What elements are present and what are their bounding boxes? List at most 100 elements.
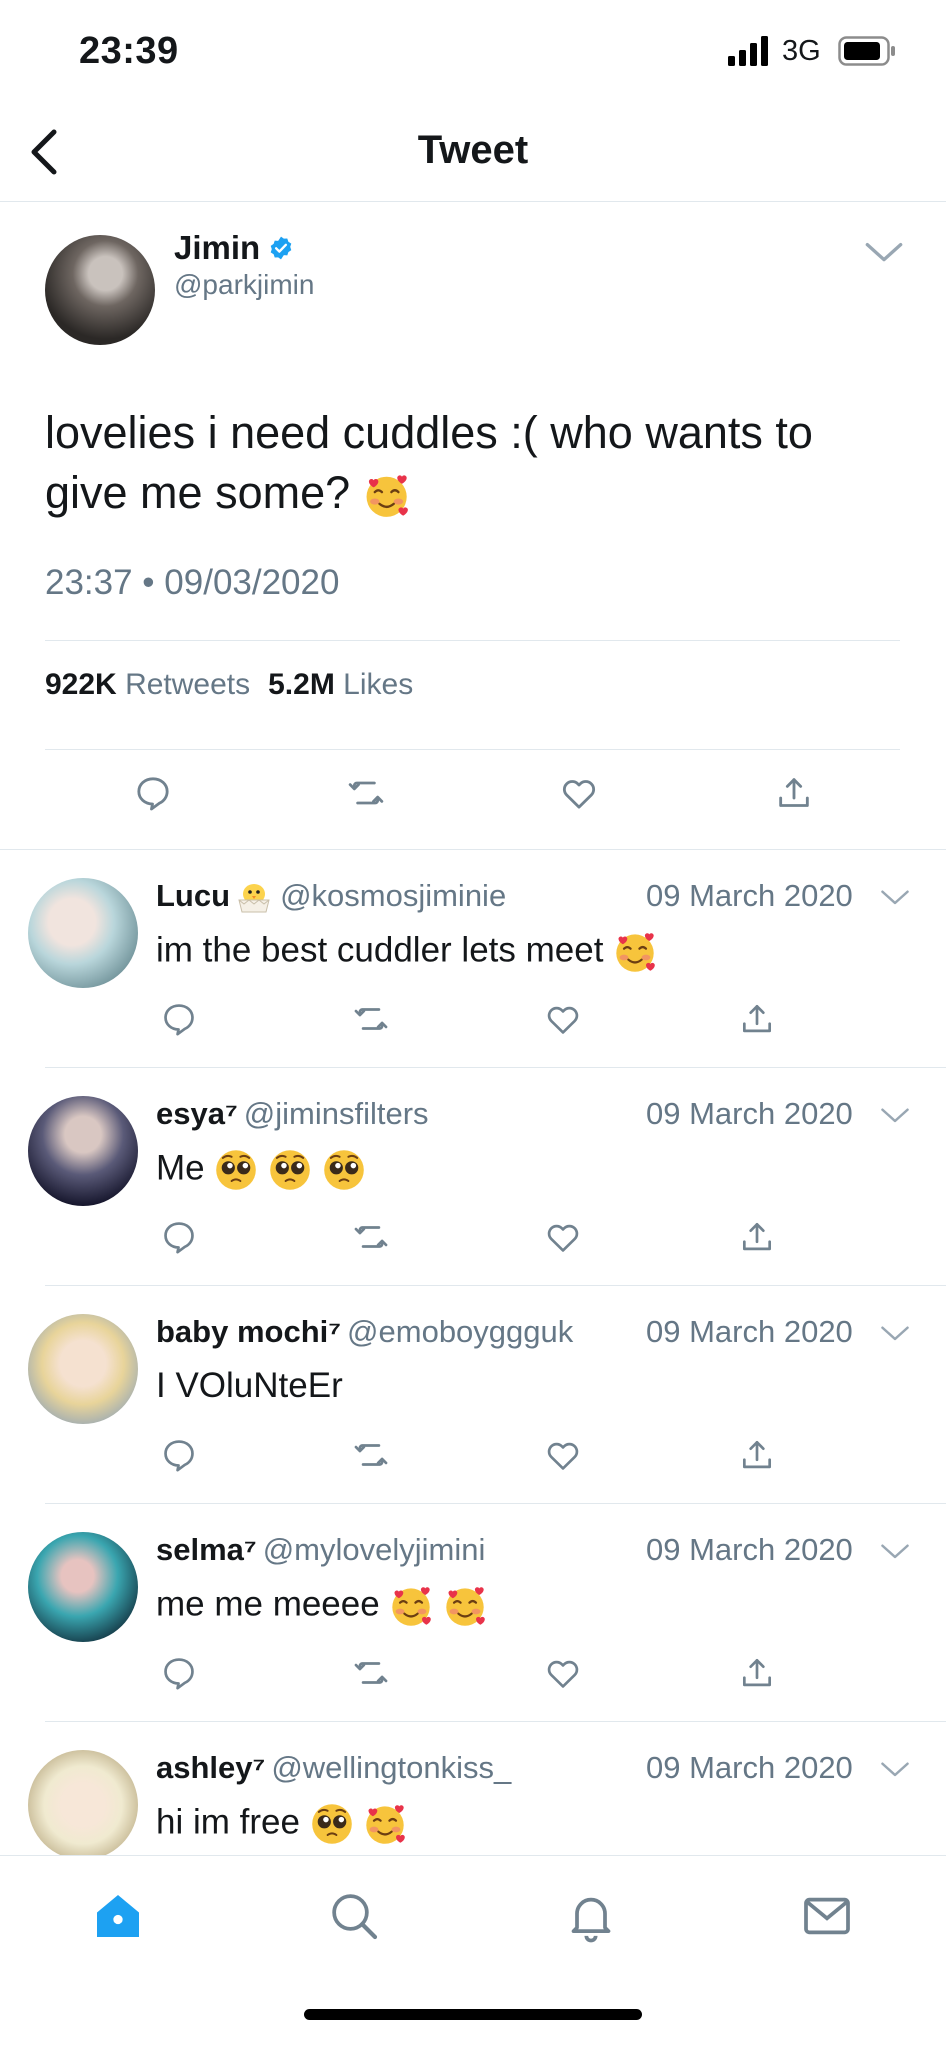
reply-header: selma⁷ @mylovelyjimini bbox=[156, 1532, 485, 1568]
retweet-icon[interactable] bbox=[352, 1218, 390, 1256]
reply-tweet[interactable]: baby mochi⁷ @emoboyggguk 09 March 2020 I … bbox=[0, 1286, 946, 1504]
reply-header: ashley⁷ @wellingtonkiss_ bbox=[156, 1750, 511, 1786]
nav-bar: Tweet bbox=[0, 100, 946, 202]
reply-text: hi im free bbox=[156, 1802, 407, 1846]
reply-header: baby mochi⁷ @emoboyggguk bbox=[156, 1314, 573, 1350]
verified-badge-icon bbox=[270, 236, 292, 260]
status-time: 23:39 bbox=[79, 30, 179, 72]
retweet-icon[interactable] bbox=[346, 773, 386, 813]
reply-date: 09 March 2020 bbox=[646, 1314, 853, 1349]
reply-author-name[interactable]: baby mochi⁷ bbox=[156, 1314, 341, 1349]
retweets-label: Retweets bbox=[125, 668, 251, 701]
signal-icon bbox=[728, 36, 768, 66]
reply-icon[interactable] bbox=[160, 1218, 198, 1256]
share-icon[interactable] bbox=[738, 1000, 776, 1038]
share-icon[interactable] bbox=[738, 1218, 776, 1256]
reply-icon[interactable] bbox=[160, 1654, 198, 1692]
page-title: Tweet bbox=[417, 128, 529, 172]
reply-date: 09 March 2020 bbox=[646, 1532, 853, 1567]
reply-author-handle[interactable]: @jiminsfilters bbox=[244, 1096, 429, 1131]
status-bar: 23:39 3G bbox=[0, 0, 946, 100]
author-handle[interactable]: @parkjimin bbox=[174, 269, 314, 301]
reply-body: Me bbox=[156, 1148, 205, 1188]
reply-author-handle[interactable]: @emoboyggguk bbox=[347, 1314, 573, 1349]
smiling-face-with-hearts-emoji-icon bbox=[389, 1584, 433, 1628]
author-name: Jimin bbox=[174, 229, 261, 266]
share-icon[interactable] bbox=[738, 1654, 776, 1692]
reply-text: im the best cuddler lets meet bbox=[156, 930, 657, 974]
mail-icon[interactable] bbox=[799, 1888, 855, 1944]
smiling-face-with-hearts-emoji-icon bbox=[443, 1584, 487, 1628]
reply-icon[interactable] bbox=[160, 1000, 198, 1038]
home-indicator[interactable] bbox=[304, 2009, 642, 2020]
divider bbox=[45, 640, 900, 641]
reply-author-name[interactable]: esya⁷ bbox=[156, 1096, 238, 1131]
reply-tweet[interactable]: selma⁷ @mylovelyjimini 09 March 2020 me m… bbox=[0, 1504, 946, 1722]
reply-author-name[interactable]: Lucu bbox=[156, 878, 230, 913]
avatar[interactable] bbox=[28, 1532, 138, 1642]
smiling-face-with-hearts-emoji-icon bbox=[363, 472, 410, 519]
home-icon[interactable] bbox=[90, 1888, 146, 1944]
battery-icon bbox=[838, 36, 895, 66]
reply-author-handle[interactable]: @wellingtonkiss_ bbox=[271, 1750, 511, 1785]
pleading-face-emoji-icon bbox=[268, 1148, 312, 1192]
tweet-text: lovelies i need cuddles :( who wants to … bbox=[45, 403, 905, 523]
reply-author-name[interactable]: selma⁷ bbox=[156, 1532, 257, 1567]
avatar[interactable] bbox=[28, 1096, 138, 1206]
reply-text: me me meeee bbox=[156, 1584, 487, 1628]
reply-body: hi im free bbox=[156, 1802, 300, 1842]
tweet-actions bbox=[0, 773, 946, 833]
reply-header: Lucu @kosmosjiminie bbox=[156, 878, 506, 918]
reply-tweet[interactable]: Lucu @kosmosjiminie 09 March 2020 im the … bbox=[0, 850, 946, 1068]
chevron-down-icon[interactable] bbox=[864, 239, 904, 267]
bell-icon[interactable] bbox=[563, 1888, 619, 1944]
pleading-face-emoji-icon bbox=[214, 1148, 258, 1192]
tweet-body: lovelies i need cuddles :( who wants to … bbox=[45, 407, 813, 518]
chevron-down-icon[interactable] bbox=[880, 1106, 910, 1126]
retweet-icon[interactable] bbox=[352, 1654, 390, 1692]
smiling-face-with-hearts-emoji-icon bbox=[363, 1802, 407, 1846]
retweets-count: 922K bbox=[45, 668, 117, 701]
pleading-face-emoji-icon bbox=[310, 1802, 354, 1846]
reply-author-handle[interactable]: @kosmosjiminie bbox=[280, 878, 506, 913]
reply-icon[interactable] bbox=[133, 773, 173, 813]
avatar[interactable] bbox=[28, 878, 138, 988]
avatar[interactable] bbox=[28, 1750, 138, 1860]
chevron-down-icon[interactable] bbox=[880, 1542, 910, 1562]
reply-author-handle[interactable]: @mylovelyjimini bbox=[263, 1532, 486, 1567]
retweets-stat[interactable]: 922K Retweets bbox=[45, 668, 250, 702]
share-icon[interactable] bbox=[738, 1436, 776, 1474]
hatching-chick-emoji-icon bbox=[238, 884, 270, 913]
chevron-down-icon[interactable] bbox=[880, 1324, 910, 1344]
reply-text: Me bbox=[156, 1148, 366, 1192]
retweet-icon[interactable] bbox=[352, 1436, 390, 1474]
avatar[interactable] bbox=[45, 235, 155, 345]
reply-date: 09 March 2020 bbox=[646, 878, 853, 913]
likes-count: 5.2M bbox=[268, 668, 335, 701]
like-icon[interactable] bbox=[544, 1000, 582, 1038]
like-icon[interactable] bbox=[544, 1218, 582, 1256]
search-icon[interactable] bbox=[326, 1888, 382, 1944]
likes-label: Likes bbox=[343, 668, 414, 701]
retweet-icon[interactable] bbox=[352, 1000, 390, 1038]
divider bbox=[45, 749, 900, 750]
network-type: 3G bbox=[782, 35, 821, 67]
main-tweet: Jimin @parkjimin lovelies i need cuddles… bbox=[0, 203, 946, 850]
tab-bar bbox=[0, 1855, 946, 2048]
share-icon[interactable] bbox=[774, 773, 814, 813]
tweet-stats: 922K Retweets 5.2M Likes bbox=[45, 668, 413, 702]
chevron-down-icon[interactable] bbox=[880, 888, 910, 908]
tweet-timestamp: 23:37 • 09/03/2020 bbox=[45, 563, 340, 602]
reply-body: im the best cuddler lets meet bbox=[156, 930, 604, 970]
like-icon[interactable] bbox=[544, 1654, 582, 1692]
reply-author-name[interactable]: ashley⁷ bbox=[156, 1750, 265, 1785]
like-icon[interactable] bbox=[544, 1436, 582, 1474]
like-icon[interactable] bbox=[559, 773, 599, 813]
author-name-row[interactable]: Jimin bbox=[174, 229, 294, 267]
reply-date: 09 March 2020 bbox=[646, 1750, 853, 1785]
avatar[interactable] bbox=[28, 1314, 138, 1424]
likes-stat[interactable]: 5.2M Likes bbox=[268, 668, 413, 702]
reply-tweet[interactable]: esya⁷ @jiminsfilters 09 March 2020 Me bbox=[0, 1068, 946, 1286]
reply-icon[interactable] bbox=[160, 1436, 198, 1474]
chevron-down-icon[interactable] bbox=[880, 1760, 910, 1780]
